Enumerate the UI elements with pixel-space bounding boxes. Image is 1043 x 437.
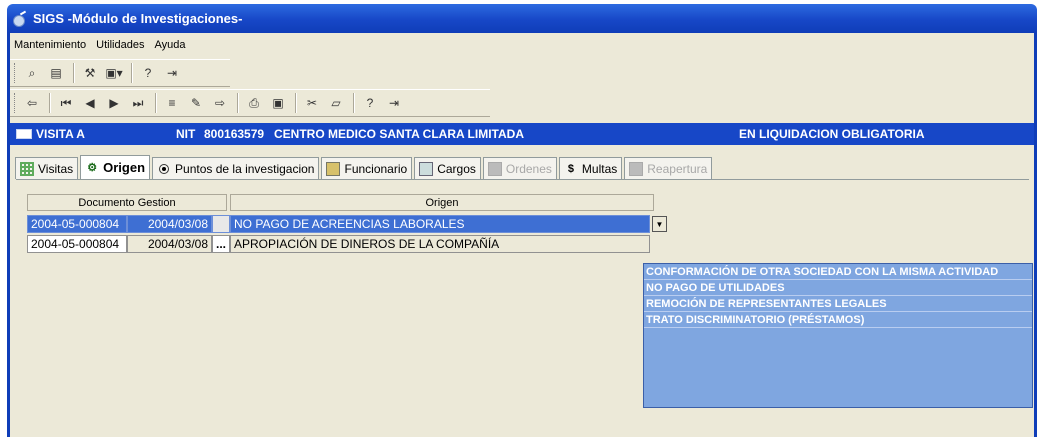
print-icon[interactable]: ⎙ <box>243 92 265 114</box>
window-menu-icon[interactable]: ▣▾ <box>103 62 125 84</box>
toolbar-separator <box>155 93 157 113</box>
forward-icon[interactable]: ⇨ <box>209 92 231 114</box>
dropdown-option[interactable]: NO PAGO DE UTILIDADES <box>644 280 1032 296</box>
previous-record-icon[interactable]: ◀ <box>79 92 101 114</box>
toolbar-separator <box>295 93 297 113</box>
cut-icon[interactable]: ✂ <box>301 92 323 114</box>
gear-icon: ⚙ <box>87 162 98 174</box>
tab-funcionario[interactable]: Funcionario <box>321 157 413 179</box>
tab-origen[interactable]: ⚙ Origen <box>80 155 151 179</box>
column-header-documento: Documento Gestion <box>27 194 227 211</box>
help-icon[interactable]: ? <box>137 62 159 84</box>
window-title-bar: SIGS -Módulo de Investigaciones- <box>7 4 1037 33</box>
origen-dropdown-list[interactable]: CONFORMACIÓN DE OTRA SOCIEDAD CON LA MIS… <box>643 263 1033 408</box>
tab-visitas[interactable]: Visitas <box>15 157 79 179</box>
company-name: CENTRO MEDICO SANTA CLARA LIMITADA <box>274 127 524 141</box>
origen-select[interactable]: NO PAGO DE ACREENCIAS LABORALES <box>230 215 650 233</box>
menu-bar: Mantenimiento Utilidades Ayuda <box>10 39 187 57</box>
toolbar-separator <box>73 63 75 83</box>
toolbar-separator <box>49 93 51 113</box>
tab-label: Visitas <box>38 161 74 176</box>
last-record-icon[interactable]: ⏭ <box>127 92 149 114</box>
tab-ordenes[interactable]: Ordenes <box>482 157 557 179</box>
documento-cell[interactable]: 2004-05-000804 <box>27 235 127 253</box>
folder-icon <box>326 161 341 176</box>
company-status: EN LIQUIDACION OBLIGATORIA <box>739 127 925 141</box>
chevron-down-icon[interactable]: ▼ <box>652 216 667 232</box>
lookup-button[interactable]: ... <box>212 235 230 253</box>
tab-multas[interactable]: $ Multas <box>558 157 623 179</box>
toolbar-separator <box>353 93 355 113</box>
insert-record-icon[interactable]: ≡ <box>161 92 183 114</box>
form-icon[interactable]: ▤ <box>45 62 67 84</box>
dropdown-option[interactable]: REMOCIÓN DE REPRESENTANTES LEGALES <box>644 296 1032 312</box>
toolbar-separator <box>131 63 133 83</box>
dropdown-option[interactable]: CONFORMACIÓN DE OTRA SOCIEDAD CON LA MIS… <box>644 264 1032 280</box>
tab-reapertura[interactable]: Reapertura <box>624 157 713 179</box>
menu-ayuda[interactable]: Ayuda <box>152 39 187 57</box>
help-icon[interactable]: ? <box>359 92 381 114</box>
tab-label: Ordenes <box>505 161 552 176</box>
tab-puntos[interactable]: Puntos de la investigacion <box>152 157 320 179</box>
menu-mantenimiento[interactable]: Mantenimiento <box>12 39 88 57</box>
menu-utilidades[interactable]: Utilidades <box>94 39 146 57</box>
radio-icon <box>157 162 171 176</box>
save-icon[interactable]: ▣ <box>267 92 289 114</box>
document-icon <box>487 161 502 176</box>
grid-icon <box>20 161 34 176</box>
toolbar-grip <box>14 63 17 83</box>
column-header-origen: Origen <box>230 194 654 211</box>
tab-label: Puntos de la investigacion <box>175 161 315 176</box>
tab-label: Multas <box>581 161 618 176</box>
tab-label: Cargos <box>437 161 476 176</box>
window-frame: Mantenimiento Utilidades Ayuda ⌕ ▤ ⚒ ▣▾ … <box>7 33 1037 437</box>
window-title: SIGS -Módulo de Investigaciones- <box>33 11 243 26</box>
tab-label: Origen <box>103 160 146 175</box>
documento-cell[interactable]: 2004-05-000804 <box>27 215 127 233</box>
back-icon[interactable]: ⇦ <box>21 92 43 114</box>
exit-icon[interactable]: ⇥ <box>383 92 405 114</box>
table-row[interactable]: 2004-05-000804 2004/03/08 NO PAGO DE ACR… <box>27 215 667 233</box>
box-icon <box>629 161 644 176</box>
window-icon <box>16 129 32 139</box>
fecha-cell[interactable]: 2004/03/08 <box>127 215 212 233</box>
origen-cell[interactable]: APROPIACIÓN DE DINEROS DE LA COMPAÑÍA <box>230 235 650 253</box>
next-record-icon[interactable]: ▶ <box>103 92 125 114</box>
origen-panel: Documento Gestion Origen 2004-05-000804 … <box>16 179 1033 437</box>
toolbar-grip <box>14 93 17 113</box>
tab-label: Reapertura <box>647 161 708 176</box>
exit-icon[interactable]: ⇥ <box>161 62 183 84</box>
eraser-icon[interactable]: ▱ <box>325 92 347 114</box>
first-record-icon[interactable]: ⏮ <box>55 92 77 114</box>
tab-cargos[interactable]: Cargos <box>414 157 481 179</box>
search-icon[interactable]: ⌕ <box>21 62 43 84</box>
edit-icon[interactable]: ✎ <box>185 92 207 114</box>
dollar-icon: $ <box>567 162 574 175</box>
disk-icon <box>419 161 434 176</box>
visita-label: VISITA A <box>36 127 85 141</box>
toolbar-navigation: ⇦ ⏮ ◀ ▶ ⏭ ≡ ✎ ⇨ ⎙ ▣ ✂ ▱ ? ⇥ <box>10 89 490 117</box>
nit-value: 800163579 <box>204 127 265 141</box>
tab-strip: Visitas ⚙ Origen Puntos de la investigac… <box>15 155 714 179</box>
fecha-cell[interactable]: 2004/03/08 <box>127 235 212 253</box>
toolbar-top: ⌕ ▤ ⚒ ▣▾ ? ⇥ <box>10 59 230 87</box>
visita-header: VISITA A NIT 800163579 CENTRO MEDICO SAN… <box>10 123 1034 145</box>
tools-icon[interactable]: ⚒ <box>79 62 101 84</box>
lookup-button[interactable] <box>212 215 230 233</box>
dropdown-option[interactable]: TRATO DISCRIMINATORIO (PRÉSTAMOS) <box>644 312 1032 328</box>
toolbar-separator <box>237 93 239 113</box>
table-row[interactable]: 2004-05-000804 2004/03/08 ... APROPIACIÓ… <box>27 235 650 253</box>
tab-label: Funcionario <box>344 161 408 176</box>
nit-label: NIT <box>176 127 196 141</box>
app-icon <box>11 12 27 27</box>
